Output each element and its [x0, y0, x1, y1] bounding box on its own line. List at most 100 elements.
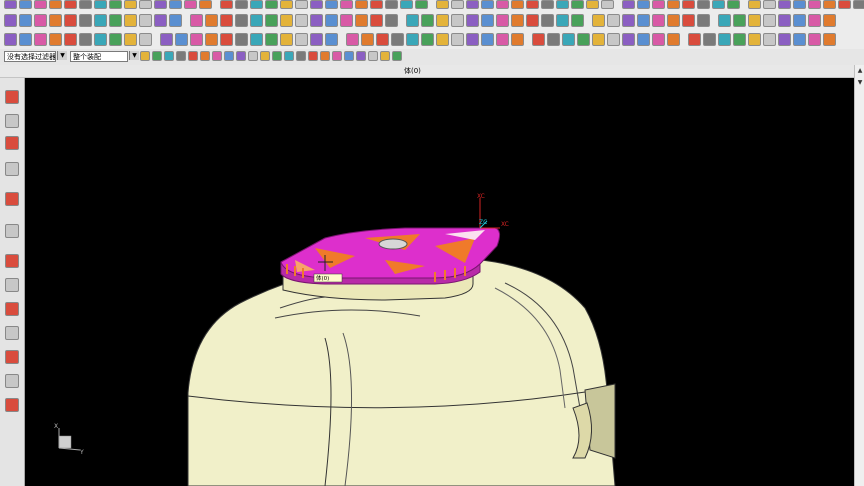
toolbar-tool-icon[interactable]	[637, 14, 650, 27]
toolbar-tool-icon[interactable]	[496, 14, 509, 27]
toolbar-tool-icon[interactable]	[541, 0, 554, 9]
toolbar-tool-icon[interactable]	[154, 14, 167, 27]
toolbar-tool-icon[interactable]	[703, 33, 716, 46]
toolbar-tool-icon[interactable]	[481, 14, 494, 27]
toolbar-tool-icon[interactable]	[280, 0, 293, 9]
chevron-down-icon[interactable]: ▼	[129, 51, 139, 60]
history-icon[interactable]	[5, 254, 19, 268]
toolbar-tool-icon[interactable]	[748, 14, 761, 27]
toolbar-tool-icon[interactable]	[355, 0, 368, 9]
toolbar-tool-icon[interactable]	[727, 0, 740, 9]
toolbar-tool-icon[interactable]	[19, 0, 32, 9]
toolbar-tool-icon[interactable]	[64, 14, 77, 27]
toolbar-tool-icon[interactable]	[436, 0, 449, 9]
toolbar-tool-icon[interactable]	[571, 14, 584, 27]
toolbar-tool-icon[interactable]	[556, 14, 569, 27]
toolbar-tool-icon[interactable]	[547, 33, 560, 46]
toolbar-tool-icon[interactable]	[184, 0, 197, 9]
toolbar-tool-icon[interactable]	[49, 14, 62, 27]
toolbar-tool-icon[interactable]	[205, 14, 218, 27]
selection-tool-icon[interactable]	[272, 51, 282, 61]
toolbar-tool-icon[interactable]	[190, 14, 203, 27]
scroll-down-icon[interactable]: ▼	[856, 79, 864, 87]
toolbar-tool-icon[interactable]	[124, 33, 137, 46]
toolbar-tool-icon[interactable]	[541, 14, 554, 27]
toolbar-tool-icon[interactable]	[793, 0, 806, 9]
toolbar-tool-icon[interactable]	[532, 33, 545, 46]
selection-tool-icon[interactable]	[224, 51, 234, 61]
toolbar-tool-icon[interactable]	[823, 14, 836, 27]
toolbar-tool-icon[interactable]	[421, 33, 434, 46]
toolbar-tool-icon[interactable]	[94, 33, 107, 46]
toolbar-tool-icon[interactable]	[310, 14, 323, 27]
toolbar-tool-icon[interactable]	[391, 33, 404, 46]
selection-tool-icon[interactable]	[140, 51, 150, 61]
toolbar-tool-icon[interactable]	[763, 14, 776, 27]
selection-tool-icon[interactable]	[236, 51, 246, 61]
selection-tool-icon[interactable]	[284, 51, 294, 61]
toolbar-tool-icon[interactable]	[79, 33, 92, 46]
toolbar-tool-icon[interactable]	[79, 0, 92, 9]
toolbar-tool-icon[interactable]	[205, 33, 218, 46]
palette-icon[interactable]	[5, 374, 19, 388]
toolbar-tool-icon[interactable]	[109, 0, 122, 9]
toolbar-tool-icon[interactable]	[436, 33, 449, 46]
toolbar-tool-icon[interactable]	[250, 14, 263, 27]
toolbar-tool-icon[interactable]	[220, 14, 233, 27]
toolbar-tool-icon[interactable]	[406, 33, 419, 46]
toolbar-tool-icon[interactable]	[496, 33, 509, 46]
toolbar-tool-icon[interactable]	[346, 33, 359, 46]
selection-tool-icon[interactable]	[356, 51, 366, 61]
toolbar-tool-icon[interactable]	[823, 33, 836, 46]
toolbar-tool-icon[interactable]	[109, 33, 122, 46]
toolbar-tool-icon[interactable]	[466, 14, 479, 27]
toolbar-tool-icon[interactable]	[421, 14, 434, 27]
toolbar-tool-icon[interactable]	[4, 0, 17, 9]
toolbar-tool-icon[interactable]	[340, 14, 353, 27]
toolbar-tool-icon[interactable]	[235, 14, 248, 27]
roles-icon[interactable]	[5, 326, 19, 340]
toolbar-tool-icon[interactable]	[652, 33, 665, 46]
toolbar-tool-icon[interactable]	[511, 14, 524, 27]
toolbar-tool-icon[interactable]	[748, 0, 761, 9]
toolbar-tool-icon[interactable]	[511, 0, 524, 9]
selection-tool-icon[interactable]	[248, 51, 258, 61]
toolbar-tool-icon[interactable]	[712, 0, 725, 9]
toolbar-tool-icon[interactable]	[250, 33, 263, 46]
toolbar-tool-icon[interactable]	[526, 0, 539, 9]
toolbar-tool-icon[interactable]	[778, 33, 791, 46]
toolbar-tool-icon[interactable]	[325, 14, 338, 27]
toolbar-tool-icon[interactable]	[4, 33, 17, 46]
toolbar-tool-icon[interactable]	[682, 0, 695, 9]
toolbar-tool-icon[interactable]	[94, 0, 107, 9]
toolbar-tool-icon[interactable]	[607, 33, 620, 46]
toolbar-tool-icon[interactable]	[592, 14, 605, 27]
selection-tool-icon[interactable]	[188, 51, 198, 61]
toolbar-tool-icon[interactable]	[64, 33, 77, 46]
toolbar-tool-icon[interactable]	[793, 14, 806, 27]
selection-tool-icon[interactable]	[212, 51, 222, 61]
toolbar-tool-icon[interactable]	[139, 14, 152, 27]
toolbar-tool-icon[interactable]	[175, 33, 188, 46]
selection-tool-icon[interactable]	[152, 51, 162, 61]
toolbar-tool-icon[interactable]	[376, 33, 389, 46]
selection-tool-icon[interactable]	[332, 51, 342, 61]
toolbar-tool-icon[interactable]	[481, 0, 494, 9]
toolbar-tool-icon[interactable]	[778, 14, 791, 27]
selection-tool-icon[interactable]	[200, 51, 210, 61]
toolbar-tool-icon[interactable]	[355, 14, 368, 27]
toolbar-tool-icon[interactable]	[511, 33, 524, 46]
toolbar-tool-icon[interactable]	[265, 14, 278, 27]
toolbar-tool-icon[interactable]	[526, 14, 539, 27]
toolbar-tool-icon[interactable]	[808, 14, 821, 27]
toolbar-tool-icon[interactable]	[220, 33, 233, 46]
toolbar-tool-icon[interactable]	[607, 14, 620, 27]
toolbar-tool-icon[interactable]	[622, 14, 635, 27]
toolbar-tool-icon[interactable]	[124, 14, 137, 27]
toolbar-tool-icon[interactable]	[481, 33, 494, 46]
toolbar-tool-icon[interactable]	[763, 33, 776, 46]
toolbar-tool-icon[interactable]	[451, 14, 464, 27]
toolbar-tool-icon[interactable]	[667, 0, 680, 9]
toolbar-tool-icon[interactable]	[436, 14, 449, 27]
toolbar-tool-icon[interactable]	[295, 33, 308, 46]
